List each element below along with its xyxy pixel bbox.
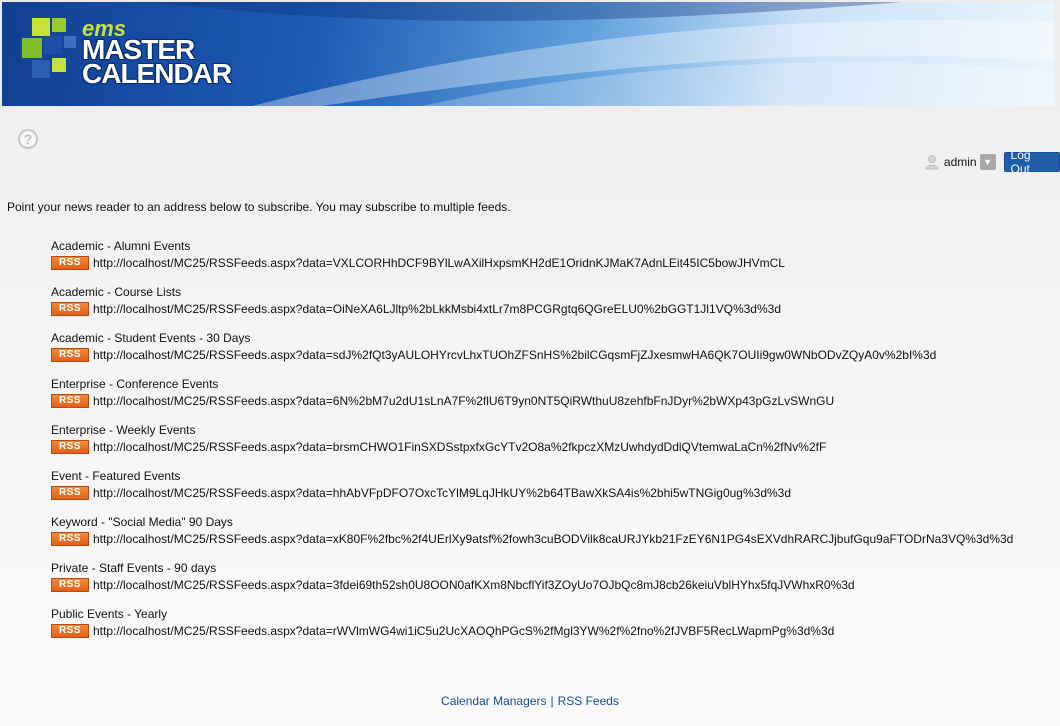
feed-name: Academic - Course Lists (51, 285, 182, 299)
rss-icon[interactable]: RSS (51, 532, 89, 546)
feed-url[interactable]: http://localhost/MC25/RSSFeeds.aspx?data… (93, 578, 855, 592)
rss-icon[interactable]: RSS (51, 624, 89, 638)
ems-master-calendar-logo[interactable]: ems MASTER CALENDAR (18, 14, 278, 96)
rss-icon[interactable]: RSS (51, 302, 89, 316)
feed-item: Academic - Course Lists RSS http://localh… (51, 285, 1013, 331)
feed-url[interactable]: http://localhost/MC25/RSSFeeds.aspx?data… (93, 348, 936, 362)
feed-item: Private - Staff Events - 90 days RSS http… (51, 561, 1013, 607)
feed-name: Private - Staff Events - 90 days (51, 561, 217, 575)
rss-icon[interactable]: RSS (51, 256, 89, 270)
feed-name: Enterprise - Conference Events (51, 377, 219, 391)
feed-name: Public Events - Yearly (51, 607, 168, 621)
feed-name: Event - Featured Events (51, 469, 181, 483)
feed-url[interactable]: http://localhost/MC25/RSSFeeds.aspx?data… (93, 624, 834, 638)
help-icon[interactable]: ? (18, 129, 38, 149)
user-bar: admin ▼ Log Out (924, 148, 1060, 176)
feed-item: Keyword - "Social Media" 90 Days RSS http… (51, 515, 1013, 561)
feed-name: Academic - Student Events - 30 Days (51, 331, 251, 345)
username-label[interactable]: admin (944, 155, 977, 169)
instructions-text: Point your news reader to an address bel… (7, 200, 511, 214)
logo-calendar-text: CALENDAR (82, 58, 232, 89)
feed-name: Keyword - "Social Media" 90 Days (51, 515, 233, 529)
footer: Calendar Managers | RSS Feeds (0, 694, 1060, 708)
rss-icon[interactable]: RSS (51, 486, 89, 500)
logout-button[interactable]: Log Out (1003, 148, 1060, 176)
feed-url[interactable]: http://localhost/MC25/RSSFeeds.aspx?data… (93, 532, 1013, 546)
logo-squares-icon (22, 18, 76, 78)
feed-list: Academic - Alumni Events RSS http://local… (51, 239, 1013, 653)
footer-separator: | (550, 694, 554, 708)
feed-item: Enterprise - Conference Events RSS http:/… (51, 377, 1013, 423)
feed-name: Academic - Alumni Events (51, 239, 191, 253)
rss-icon[interactable]: RSS (51, 348, 89, 362)
feed-item: Public Events - Yearly RSS http://localho… (51, 607, 1013, 653)
feed-url[interactable]: http://localhost/MC25/RSSFeeds.aspx?data… (93, 302, 781, 316)
feed-item: Event - Featured Events RSS http://localh… (51, 469, 1013, 515)
feed-name: Enterprise - Weekly Events (51, 423, 196, 437)
feed-url[interactable]: http://localhost/MC25/RSSFeeds.aspx?data… (93, 256, 785, 270)
feed-url[interactable]: http://localhost/MC25/RSSFeeds.aspx?data… (93, 486, 791, 500)
chevron-down-icon[interactable]: ▼ (979, 154, 996, 170)
feed-url[interactable]: http://localhost/MC25/RSSFeeds.aspx?data… (93, 440, 826, 454)
feed-item: Academic - Student Events - 30 Days RSS h… (51, 331, 1013, 377)
user-icon (924, 155, 939, 170)
rss-icon[interactable]: RSS (51, 394, 89, 408)
footer-link-calendar-managers[interactable]: Calendar Managers (441, 694, 546, 708)
rss-icon[interactable]: RSS (51, 578, 89, 592)
rss-icon[interactable]: RSS (51, 440, 89, 454)
footer-link-rss-feeds[interactable]: RSS Feeds (558, 694, 619, 708)
feed-item: Enterprise - Weekly Events RSS http://loc… (51, 423, 1013, 469)
feed-url[interactable]: http://localhost/MC25/RSSFeeds.aspx?data… (93, 394, 834, 408)
header-banner: ems MASTER CALENDAR (2, 2, 1054, 106)
feed-item: Academic - Alumni Events RSS http://local… (51, 239, 1013, 285)
